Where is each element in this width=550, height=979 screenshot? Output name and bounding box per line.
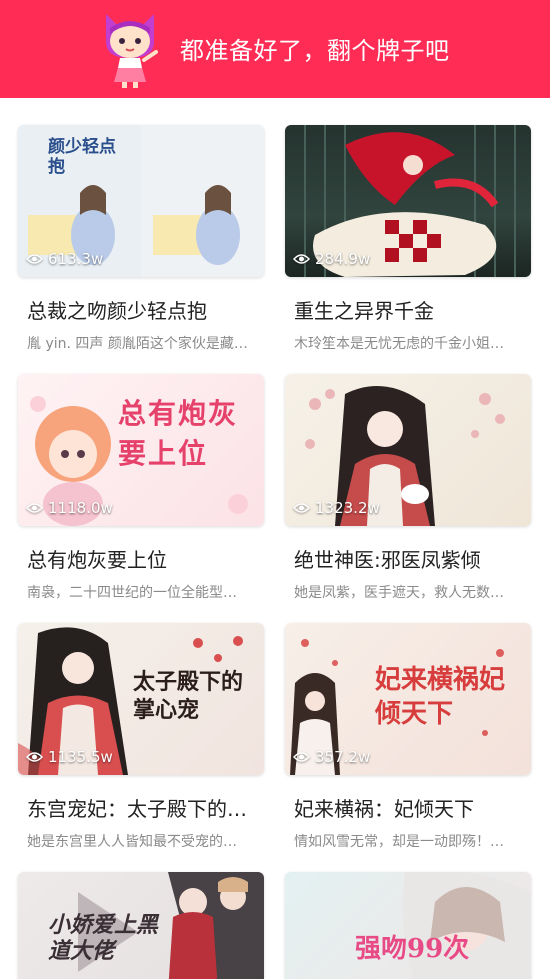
book-description: 木玲笙本是无忧无虑的千金小姐…	[294, 336, 504, 352]
book-cover[interactable]: 1323.2w	[285, 374, 531, 526]
book-title[interactable]: 东宫宠妃：太子殿下的…	[27, 793, 263, 822]
book-title[interactable]: 重生之异界千金	[294, 295, 530, 324]
cover-title: 总有炮灰要上位	[118, 397, 239, 470]
view-count: 1118.0w	[26, 499, 113, 517]
eye-icon	[26, 254, 43, 264]
view-count: 1323.2w	[293, 499, 380, 517]
eye-icon	[293, 752, 310, 762]
book-title[interactable]: 总裁之吻颜少轻点抱	[27, 295, 263, 324]
view-count-label: 1323.2w	[315, 499, 380, 517]
book-card[interactable]: 妃来横祸妃倾天下 357.2w 妃来横祸：妃倾天下 情如风雪无常，却是一动即殇！…	[285, 623, 531, 851]
eye-icon	[293, 254, 310, 264]
book-cover[interactable]: 太子殿下的掌心宠 1135.5w	[18, 623, 264, 775]
book-cover[interactable]: 284.9w	[285, 125, 531, 277]
view-count: 357.2w	[293, 748, 370, 766]
book-grid: 颜少轻点抱 613.3w 总裁之吻颜少轻点抱 胤 yin. 四声 颜胤陌这个家伙…	[0, 98, 550, 979]
book-card[interactable]: 颜少轻点抱 613.3w 总裁之吻颜少轻点抱 胤 yin. 四声 颜胤陌这个家伙…	[18, 125, 264, 353]
view-count-label: 1135.5w	[48, 748, 113, 766]
view-count: 1135.5w	[26, 748, 113, 766]
book-title[interactable]: 绝世神医:邪医凤紫倾	[294, 544, 530, 573]
cover-title: 妃来横祸妃倾天下	[375, 665, 506, 729]
book-card[interactable]: 284.9w 重生之异界千金 木玲笙本是无忧无虑的千金小姐…	[285, 125, 531, 353]
book-description: 她是东宫里人人皆知最不受宠的…	[27, 834, 237, 850]
cat-mascot-icon	[106, 14, 158, 88]
view-count: 284.9w	[293, 250, 370, 268]
app-header: 都准备好了，翻个牌子吧	[0, 0, 550, 98]
cover-title: 太子殿下的掌心宠	[133, 669, 244, 723]
view-count-label: 357.2w	[315, 748, 371, 766]
book-cover[interactable]: 颜少轻点抱 613.3w	[18, 125, 264, 277]
book-description: 情如风雪无常，却是一动即殇！…	[294, 834, 504, 850]
book-cover[interactable]: 强吻99次	[285, 872, 531, 979]
book-card[interactable]: 强吻99次	[285, 872, 531, 979]
cover-title: 强吻99次	[355, 934, 470, 964]
book-cover[interactable]: 小娇爱上黑道大佬	[18, 872, 264, 979]
book-card[interactable]: 1323.2w 绝世神医:邪医凤紫倾 她是凤紫，医手遮天，救人无数…	[285, 374, 531, 602]
book-card[interactable]: 小娇爱上黑道大佬	[18, 872, 264, 979]
eye-icon	[26, 503, 43, 513]
view-count-label: 613.3w	[48, 250, 104, 268]
header-title: 都准备好了，翻个牌子吧	[180, 37, 450, 65]
book-cover[interactable]: 总有炮灰要上位 1118.0w	[18, 374, 264, 526]
book-description: 她是凤紫，医手遮天，救人无数…	[294, 585, 504, 601]
eye-icon	[26, 752, 43, 762]
book-title[interactable]: 总有炮灰要上位	[27, 544, 263, 573]
view-count-label: 1118.0w	[48, 499, 113, 517]
book-card[interactable]: 总有炮灰要上位 1118.0w 总有炮灰要上位 南袅，二十四世纪的一位全能型…	[18, 374, 264, 602]
book-cover[interactable]: 妃来横祸妃倾天下 357.2w	[285, 623, 531, 775]
eye-icon	[293, 503, 310, 513]
view-count-label: 284.9w	[315, 250, 371, 268]
book-description: 南袅，二十四世纪的一位全能型…	[27, 585, 237, 601]
book-description: 胤 yin. 四声 颜胤陌这个家伙是藏…	[27, 336, 248, 352]
view-count: 613.3w	[26, 250, 103, 268]
book-title[interactable]: 妃来横祸：妃倾天下	[294, 793, 530, 822]
book-card[interactable]: 太子殿下的掌心宠 1135.5w 东宫宠妃：太子殿下的… 她是东宫里人人皆知最不…	[18, 623, 264, 851]
cover-title: 小娇爱上黑道大佬	[48, 912, 159, 964]
cover-title: 颜少轻点抱	[48, 137, 116, 177]
